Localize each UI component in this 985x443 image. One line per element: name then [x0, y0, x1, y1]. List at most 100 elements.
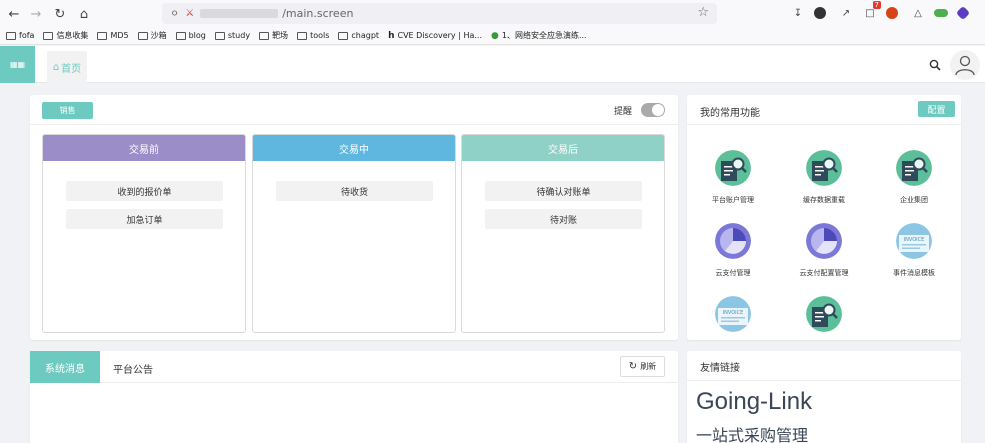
tab-system-messages[interactable]: 系统消息: [30, 351, 100, 383]
tab-home[interactable]: ⌂ 首页: [47, 51, 87, 83]
task-panel: 销售 提醒 交易前 收到的报价单 加急订单 交易中 待收货 交易后 待确认对账单…: [30, 95, 678, 340]
config-button[interactable]: 配置: [918, 101, 955, 117]
bookmark-star-icon[interactable]: ☆: [697, 5, 709, 20]
document-search-icon: [806, 150, 842, 186]
invoice-text: INVOICE: [723, 310, 744, 316]
document-search-icon: [806, 296, 842, 332]
links-title: 友情链接: [700, 363, 740, 374]
functions-title: 我的常用功能: [700, 108, 760, 119]
task-item[interactable]: 收到的报价单: [66, 181, 223, 201]
messages-panel: 系统消息 平台公告 ↻ 刷新: [30, 351, 678, 443]
shield-icon: ⚪: [170, 7, 180, 20]
bookmark-item[interactable]: 沙箱: [137, 30, 167, 41]
app-logo[interactable]: ▦▦: [0, 46, 35, 83]
function-item[interactable]: 云支付管理: [689, 223, 777, 293]
forward-icon[interactable]: →: [24, 2, 48, 26]
bookmark-item[interactable]: ● 1、网络安全应急演练...: [491, 30, 587, 41]
column-title: 交易后: [462, 135, 664, 161]
tab-platform-announcements[interactable]: 平台公告: [113, 361, 153, 376]
share-icon[interactable]: ↗: [838, 5, 854, 21]
home-icon[interactable]: ⌂: [72, 2, 96, 26]
bookmark-item[interactable]: blog: [175, 31, 206, 40]
function-item[interactable]: 平台账户管理: [689, 150, 777, 220]
function-label: 平台账户管理: [712, 196, 754, 204]
refresh-button[interactable]: ↻ 刷新: [620, 356, 665, 377]
download-icon[interactable]: ↧: [790, 5, 806, 21]
bookmark-item[interactable]: study: [214, 31, 250, 40]
home-icon: ⌂: [52, 61, 60, 73]
bookmark-item[interactable]: tools: [297, 31, 329, 40]
invoice-text: INVOICE: [904, 237, 925, 243]
going-link-brand[interactable]: Going-Link: [696, 388, 812, 416]
extension-red-icon[interactable]: [886, 7, 898, 19]
lock-warning-icon: ⚔: [185, 8, 195, 19]
invoice-icon: INVOICE: [715, 296, 751, 332]
remind-label: 提醒: [614, 107, 633, 117]
task-item[interactable]: 待确认对账单: [485, 181, 642, 201]
h-icon: h: [388, 30, 395, 41]
function-label: 事件消息模板: [893, 269, 935, 277]
address-bar[interactable]: ⚪ ⚔ /main.screen ☆: [162, 3, 717, 24]
avatar[interactable]: [950, 50, 980, 80]
user-icon: [955, 55, 975, 76]
function-item[interactable]: INVOICE 事件消息模板: [870, 223, 958, 293]
bookmark-item[interactable]: MD5: [97, 31, 129, 40]
extension-purple-icon[interactable]: [955, 5, 971, 21]
task-panel-header: 销售 提醒: [30, 95, 678, 125]
refresh-label: 刷新: [640, 362, 657, 371]
extension-badge-icon[interactable]: 7 □: [862, 1, 881, 21]
redacted-url: [200, 9, 279, 18]
bookmark-item[interactable]: chagpt: [338, 31, 379, 40]
folder-icon: [214, 31, 225, 40]
bookmark-item[interactable]: h CVE Discovery | Ha...: [388, 31, 482, 41]
reload-icon[interactable]: ↻: [48, 2, 72, 26]
task-item[interactable]: 待对账: [485, 209, 642, 229]
pie-chart-icon: [715, 223, 751, 259]
bookmark-item[interactable]: fofa: [6, 31, 34, 40]
folder-icon: [97, 31, 108, 40]
functions-header: 我的常用功能 配置: [687, 95, 961, 125]
folder-icon: [259, 31, 270, 40]
tab-home-label: 首页: [61, 63, 82, 75]
function-label: 缓存数据重载: [803, 196, 845, 204]
bookmark-item[interactable]: 靶场: [259, 30, 288, 41]
column-title: 交易前: [43, 135, 245, 161]
extension-toggle-icon[interactable]: [934, 9, 948, 17]
going-link-tagline: 一站式采购管理: [696, 426, 809, 443]
app-header: ▦▦ ⌂ 首页: [0, 46, 985, 83]
document-search-icon: [896, 150, 932, 186]
search-icon[interactable]: [928, 58, 942, 72]
functions-panel: 我的常用功能 配置 平台账户管理 缓存数据重载 企业集团 云支付管理 云支付配置…: [687, 95, 961, 340]
messages-header: 系统消息 平台公告 ↻ 刷新: [30, 351, 678, 383]
column-in-trade: 交易中 待收货: [252, 134, 456, 333]
folder-icon: [175, 31, 186, 40]
folder-icon: [43, 31, 54, 40]
bookmarks-bar: fofa 信息收集 MD5 沙箱 blog study 靶场 tools cha…: [0, 27, 985, 45]
links-header: 友情链接: [687, 351, 961, 381]
browser-toolbar: ← → ↻ ⌂ ⚪ ⚔ /main.screen ☆ ↧ ↗ 7 □ △: [0, 0, 985, 27]
function-item[interactable]: 企业集团: [870, 150, 958, 220]
column-title: 交易中: [253, 135, 455, 161]
column-before-trade: 交易前 收到的报价单 加急订单: [42, 134, 246, 333]
document-search-icon: [715, 150, 751, 186]
function-item[interactable]: 云支付配置管理: [780, 223, 868, 293]
function-item[interactable]: 缓存数据重载: [780, 150, 868, 220]
folder-icon: [297, 31, 308, 40]
function-label: 企业集团: [900, 196, 928, 204]
task-item[interactable]: 待收货: [276, 181, 433, 201]
function-label: 云支付管理: [715, 269, 751, 277]
extension-icon[interactable]: [814, 7, 826, 19]
links-panel: 友情链接 Going-Link 一站式采购管理: [687, 351, 961, 443]
pie-chart-icon: [806, 223, 842, 259]
bookmark-item[interactable]: 信息收集: [43, 30, 88, 41]
url-text: /main.screen: [282, 7, 354, 20]
sales-button[interactable]: 销售: [42, 102, 93, 119]
back-icon[interactable]: ←: [2, 2, 26, 26]
extension-badge: 7: [872, 1, 881, 9]
task-item[interactable]: 加急订单: [66, 209, 223, 229]
column-after-trade: 交易后 待确认对账单 待对账: [461, 134, 665, 333]
invoice-icon: INVOICE: [896, 223, 932, 259]
remind-toggle[interactable]: [641, 103, 665, 117]
extension-hat-icon[interactable]: △: [910, 5, 926, 21]
function-label: 云支付配置管理: [799, 269, 849, 277]
